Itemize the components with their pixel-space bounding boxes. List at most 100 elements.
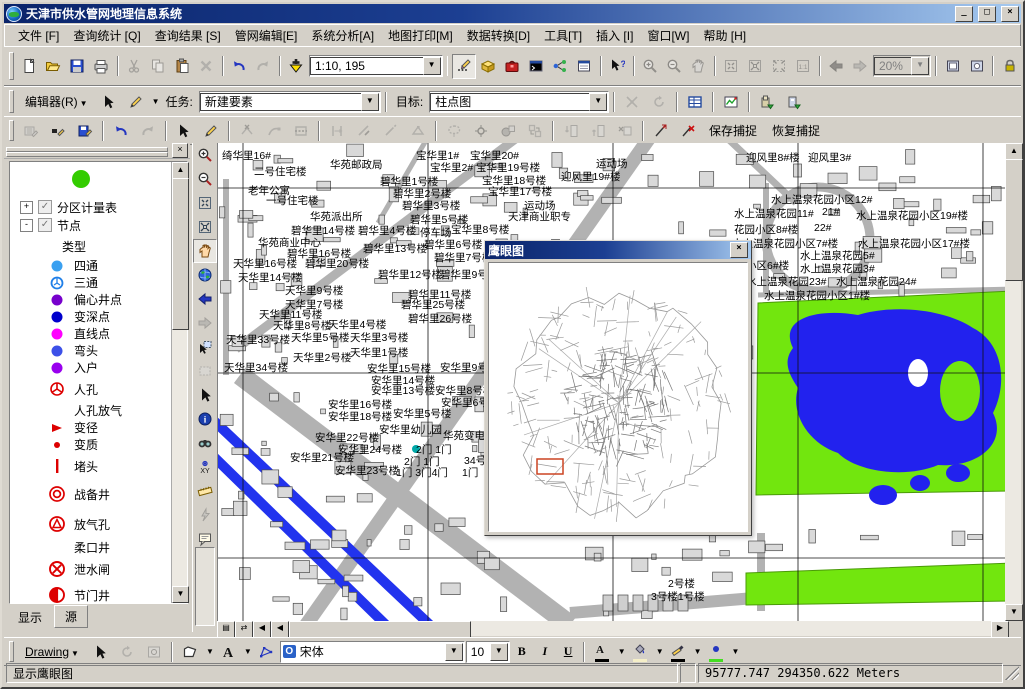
drawing-menu-button[interactable]: Drawing▼ — [18, 642, 86, 662]
layer-label[interactable]: 节点 — [57, 217, 81, 234]
create-features-2-icon[interactable] — [781, 89, 807, 114]
title-bar[interactable]: 天津市供水管网地理信息系统 _ □ × — [4, 4, 1021, 23]
map-horizontal-scrollbar[interactable]: ▤ ⇄ ◀ ◀ ▶ — [217, 621, 1009, 636]
fixed-zoom-in-icon[interactable] — [193, 191, 217, 215]
print-icon[interactable] — [90, 54, 113, 79]
open-folder-icon[interactable] — [42, 54, 65, 79]
overview-map[interactable] — [488, 262, 748, 532]
bold-button[interactable]: B — [511, 641, 533, 662]
chevron-down-icon[interactable]: ▼ — [589, 93, 607, 111]
toc-close-icon[interactable]: × — [172, 143, 188, 158]
toolbar-grip[interactable] — [9, 90, 14, 112]
paste-icon[interactable] — [171, 54, 194, 79]
toolbar-grip[interactable] — [9, 52, 14, 81]
scale-value-combo[interactable]: 1:10, 195▼ — [309, 55, 443, 77]
pan-icon[interactable] — [193, 239, 217, 263]
menu-item-4[interactable]: 管网编辑[E] — [228, 25, 305, 46]
chevron-down-icon[interactable]: ▼ — [445, 643, 463, 661]
help-pointer-icon[interactable]: ? — [606, 54, 629, 79]
find-icon[interactable] — [193, 431, 217, 455]
chevron-down-icon[interactable]: ▼ — [244, 647, 252, 656]
modify-edits-icon[interactable] — [45, 118, 71, 143]
toolbar-grip[interactable] — [9, 120, 14, 141]
toc-header[interactable]: × — [4, 143, 190, 159]
font-size-combo[interactable]: 10▼ — [466, 641, 510, 663]
chevron-down-icon[interactable]: ▼ — [490, 643, 508, 661]
chevron-down-icon[interactable]: ▼ — [911, 57, 929, 75]
collapse-icon[interactable]: - — [20, 219, 33, 232]
scroll-up-icon[interactable]: ▲ — [1005, 143, 1023, 160]
menu-item-10[interactable]: 窗口[W] — [640, 25, 696, 46]
toc-tab-inactive[interactable]: 显示 — [8, 607, 52, 628]
restore-snap-button[interactable]: 恢复捕捉 — [765, 119, 827, 142]
layer-visibility-checkbox[interactable]: ✓ — [38, 200, 52, 214]
measure-icon[interactable] — [193, 479, 217, 503]
menu-item-1[interactable]: 文件 [F] — [11, 25, 66, 46]
scroll-down-icon[interactable]: ▼ — [1005, 604, 1023, 621]
vscroll-thumb[interactable] — [1005, 159, 1023, 281]
undo-icon[interactable] — [108, 118, 134, 143]
refresh-view-button[interactable]: ◀ — [253, 621, 271, 638]
overview-window[interactable]: 鹰眼图 × — [484, 240, 752, 536]
combo-value[interactable]: 柱点图 — [430, 93, 589, 111]
combo-value[interactable]: 1:10, 195 — [310, 57, 423, 75]
hscroll-thumb[interactable] — [289, 621, 471, 638]
chevron-down-icon[interactable]: ▼ — [152, 97, 160, 106]
select-elements-icon[interactable] — [193, 383, 217, 407]
task-value-combo[interactable]: 新建要素▼ — [199, 91, 381, 113]
menu-item-11[interactable]: 帮助 [H] — [696, 25, 753, 46]
edit-arrow-icon[interactable] — [96, 89, 122, 114]
minimize-button[interactable]: _ — [955, 6, 973, 22]
font-combo[interactable]: O宋体▼ — [280, 641, 465, 663]
layer-label[interactable]: 分区计量表 — [57, 199, 117, 216]
save-edits-icon[interactable] — [72, 118, 98, 143]
menu-item-7[interactable]: 数据转换[D] — [460, 25, 537, 46]
toc-scroll-thumb[interactable] — [172, 178, 189, 330]
combo-value[interactable]: 20% — [874, 57, 911, 75]
go-to-xy-icon[interactable]: XY — [193, 455, 217, 479]
overview-extent-indicator[interactable] — [537, 459, 563, 474]
maximize-button[interactable]: □ — [978, 6, 996, 22]
toc-scrollbar[interactable]: ▲ ▼ — [171, 162, 187, 603]
pencil-icon[interactable] — [123, 89, 149, 114]
full-extent-icon[interactable] — [193, 263, 217, 287]
add-data-icon[interactable] — [285, 54, 308, 79]
italic-button[interactable]: I — [534, 641, 556, 662]
save-icon[interactable] — [66, 54, 89, 79]
create-features-1-icon[interactable] — [754, 89, 780, 114]
scroll-right-icon[interactable]: ▶ — [991, 621, 1009, 638]
chevron-down-icon[interactable]: ▼ — [361, 93, 379, 111]
viewer-lock-icon[interactable] — [998, 54, 1021, 79]
data-view-button[interactable]: ▤ — [217, 621, 235, 638]
chevron-down-icon[interactable]: ▼ — [423, 57, 441, 75]
layer-visibility-checkbox[interactable]: ✓ — [38, 218, 52, 232]
layer-window-icon[interactable] — [573, 54, 596, 79]
menu-item-8[interactable]: 工具[T] — [537, 25, 589, 46]
chevron-down-icon[interactable]: ▼ — [656, 647, 664, 656]
scroll-up-icon[interactable]: ▲ — [172, 162, 189, 179]
new-document-icon[interactable] — [18, 54, 41, 79]
chevron-down-icon[interactable]: ▼ — [618, 647, 626, 656]
menu-item-3[interactable]: 查询结果 [S] — [148, 25, 228, 46]
chevron-down-icon[interactable]: ▼ — [732, 647, 740, 656]
overview-title-bar[interactable]: 鹰眼图 × — [485, 241, 751, 259]
snap-save-icon-icon[interactable] — [648, 118, 674, 143]
pencil-icon[interactable] — [198, 118, 224, 143]
magnifier-window-icon[interactable] — [965, 54, 988, 79]
map-vertical-scrollbar[interactable]: ▲ ▼ — [1005, 143, 1021, 621]
layout-view-button[interactable]: ⇄ — [235, 621, 253, 638]
underline-button[interactable]: U — [557, 641, 579, 662]
toolbar-grip[interactable] — [9, 641, 14, 662]
legend-layer-node[interactable]: -✓ 节点 — [20, 216, 171, 234]
menu-item-5[interactable]: 系统分析[A] — [304, 25, 381, 46]
chevron-down-icon[interactable]: ▼ — [206, 647, 214, 656]
zoom-in-icon[interactable] — [193, 143, 217, 167]
save-snap-button[interactable]: 保存捕捉 — [702, 119, 764, 142]
fixed-zoom-out-icon[interactable] — [193, 215, 217, 239]
sketch-properties-icon[interactable] — [718, 89, 744, 114]
chevron-down-icon[interactable]: ▼ — [694, 647, 702, 656]
scroll-down-icon[interactable]: ▼ — [172, 586, 189, 603]
font-size-value[interactable]: 10 — [467, 644, 490, 660]
undo-icon[interactable] — [228, 54, 251, 79]
menu-item-6[interactable]: 地图打印[M] — [381, 25, 460, 46]
